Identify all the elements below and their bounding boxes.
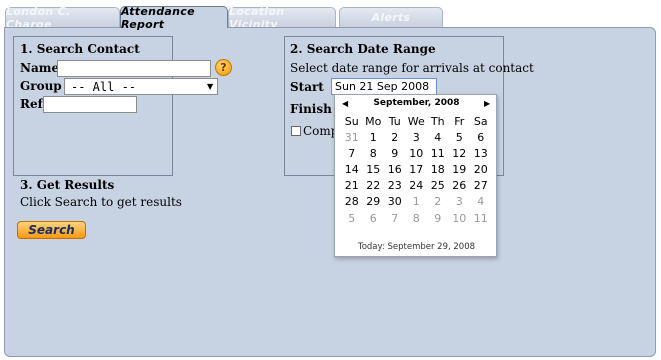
weekday-label: We: [407, 115, 425, 128]
calendar-day[interactable]: 25: [427, 178, 449, 194]
calendar-day[interactable]: 20: [470, 161, 492, 177]
calendar-today-link[interactable]: Today: September 29, 2008: [335, 242, 498, 252]
calendar-day[interactable]: 6: [363, 210, 385, 226]
date-picker-calendar: ◀ September, 2008 ▶ Su Mo Tu We Th Fr Sa…: [334, 94, 497, 257]
calendar-day[interactable]: 11: [427, 145, 449, 161]
help-icon[interactable]: ?: [215, 59, 232, 76]
chevron-down-icon: ▼: [207, 82, 214, 91]
calendar-day[interactable]: 23: [384, 178, 406, 194]
calendar-week-row: 21 22 23 24 25 26 27: [341, 178, 492, 194]
search-contact-title: 1. Search Contact: [20, 42, 140, 56]
tab-label: Attendance Report: [121, 4, 195, 31]
calendar-day[interactable]: 24: [406, 178, 428, 194]
calendar-day[interactable]: 19: [449, 161, 471, 177]
weekday-label: Sa: [473, 115, 488, 128]
calendar-day[interactable]: 21: [341, 178, 363, 194]
weekday-label: Su: [344, 115, 359, 128]
calendar-day[interactable]: 31: [341, 129, 363, 145]
ref-label: Ref: [20, 97, 43, 111]
calendar-day[interactable]: 26: [449, 178, 471, 194]
start-date-field[interactable]: [331, 78, 437, 95]
calendar-week-row: 31 1 2 3 4 5 6: [341, 129, 492, 145]
calendar-day[interactable]: 5: [449, 129, 471, 145]
weekday-label: Fr: [454, 115, 465, 128]
weekday-label: Th: [430, 115, 445, 128]
search-button-label: Search: [28, 223, 75, 237]
calendar-day[interactable]: 9: [384, 145, 406, 161]
get-results-description: Click Search to get results: [20, 195, 182, 209]
name-field[interactable]: [57, 60, 211, 77]
next-month-icon[interactable]: ▶: [484, 99, 490, 108]
calendar-day[interactable]: 4: [427, 129, 449, 145]
calendar-days: 31 1 2 3 4 5 6 7 8 9 10 11 12 13 14 15 16 17 18 19 20 21 22 23 2…: [341, 129, 492, 226]
calendar-day[interactable]: 12: [449, 145, 471, 161]
calendar-day[interactable]: 5: [341, 210, 363, 226]
calendar-week-row: 14 15 16 17 18 19 20: [341, 161, 492, 177]
calendar-day[interactable]: 10: [406, 145, 428, 161]
tab-alerts[interactable]: Alerts: [339, 7, 443, 27]
get-results-title: 3. Get Results: [20, 178, 115, 192]
calendar-day[interactable]: 13: [470, 145, 492, 161]
calendar-day[interactable]: 7: [341, 145, 363, 161]
calendar-day[interactable]: 15: [363, 161, 385, 177]
date-range-title: 2. Search Date Range: [290, 42, 436, 56]
calendar-day[interactable]: 8: [406, 210, 428, 226]
calendar-grid: Su Mo Tu We Th Fr Sa 31 1 2 3 4 5 6 7 8 9 10 11 12 13…: [341, 114, 492, 226]
calendar-day[interactable]: 30: [384, 194, 406, 210]
calendar-day[interactable]: 4: [470, 194, 492, 210]
finish-label: Finish: [290, 102, 332, 116]
calendar-day[interactable]: 16: [384, 161, 406, 177]
help-glyph: ?: [220, 61, 227, 74]
tab-attendance-report[interactable]: Attendance Report: [120, 4, 228, 31]
calendar-day[interactable]: 3: [449, 194, 471, 210]
calendar-day[interactable]: 1: [363, 129, 385, 145]
calendar-day[interactable]: 29: [363, 194, 385, 210]
calendar-week-row: 5 6 7 8 9 10 11: [341, 210, 492, 226]
calendar-day[interactable]: 9: [427, 210, 449, 226]
calendar-day[interactable]: 17: [406, 161, 428, 177]
calendar-day[interactable]: 3: [406, 129, 428, 145]
calendar-week-row: 28 29 30 1 2 3 4: [341, 194, 492, 210]
tab-london-c-charge[interactable]: London C. Charge: [5, 5, 120, 31]
calendar-month-title: September, 2008: [373, 98, 460, 108]
calendar-day[interactable]: 11: [470, 210, 492, 226]
weekday-label: Mo: [365, 115, 382, 128]
calendar-day[interactable]: 10: [449, 210, 471, 226]
weekday-label: Tu: [388, 115, 401, 128]
calendar-day[interactable]: 6: [470, 129, 492, 145]
ref-field[interactable]: [43, 96, 137, 113]
calendar-day[interactable]: 7: [384, 210, 406, 226]
calendar-week-row: 7 8 9 10 11 12 13: [341, 145, 492, 161]
tab-location-vicinity[interactable]: Location Vicinity: [228, 5, 336, 31]
calendar-day[interactable]: 14: [341, 161, 363, 177]
group-select[interactable]: -- All -- ▼: [64, 78, 218, 95]
start-label: Start: [290, 80, 324, 94]
calendar-day[interactable]: 2: [427, 194, 449, 210]
checkbox[interactable]: [291, 126, 301, 136]
date-range-description: Select date range for arrivals at contac…: [290, 61, 534, 75]
calendar-day[interactable]: 28: [341, 194, 363, 210]
calendar-day[interactable]: 1: [406, 194, 428, 210]
search-button[interactable]: Search: [17, 221, 86, 239]
calendar-day[interactable]: 18: [427, 161, 449, 177]
calendar-day[interactable]: 27: [470, 178, 492, 194]
name-label: Name: [20, 61, 60, 75]
calendar-day[interactable]: 2: [384, 129, 406, 145]
group-select-value: -- All --: [71, 79, 137, 94]
group-label: Group: [20, 79, 62, 93]
calendar-day[interactable]: 22: [363, 178, 385, 194]
tab-label: Alerts: [371, 11, 411, 24]
weekday-header-row: Su Mo Tu We Th Fr Sa: [341, 114, 492, 129]
calendar-day[interactable]: 8: [363, 145, 385, 161]
